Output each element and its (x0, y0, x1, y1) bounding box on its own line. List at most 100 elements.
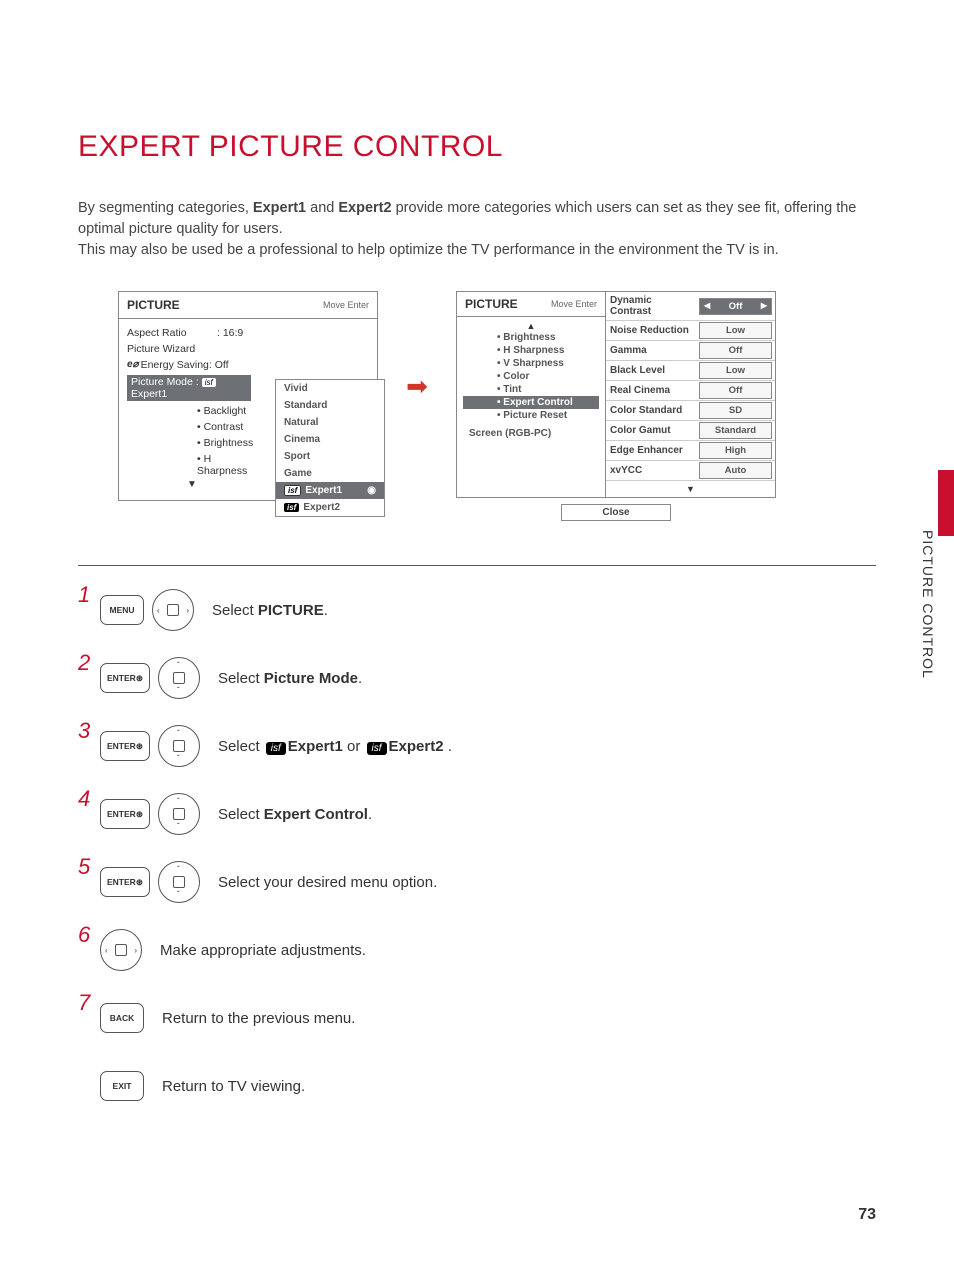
page-title: EXPERT PICTURE CONTROL (78, 130, 876, 164)
step-number: 6 (78, 922, 92, 948)
intro-text: By segmenting categories, (78, 200, 253, 216)
bold: Expert2 (389, 738, 444, 755)
osd-item: • Color (463, 370, 599, 383)
step-6: 6 ‹› Make appropriate adjustments. (78, 928, 876, 972)
setting-label: Gamma (606, 342, 696, 359)
label: ENTER (107, 673, 136, 683)
dropdown-option: Game (276, 465, 384, 482)
enter-button-icon: ENTER⊛ (100, 799, 150, 829)
intro-expert2: Expert2 (338, 200, 391, 216)
sub: ⊛ (136, 673, 143, 684)
page-number: 73 (858, 1206, 876, 1224)
close-button: Close (561, 504, 671, 521)
dropdown-option: Vivid (276, 380, 384, 397)
nav-ud-button-icon: ˆˇ (158, 793, 200, 835)
osd-item: Screen (RGB-PC) (463, 422, 599, 439)
osd-item: • H Sharpness (463, 344, 599, 357)
setting-label: Dynamic Contrast (606, 292, 696, 320)
label: ENTER (107, 741, 136, 751)
text: Select (218, 806, 264, 823)
bold: PICTURE (258, 602, 324, 619)
setting-label: Edge Enhancer (606, 442, 696, 459)
osd-item-selected: • Expert Control (463, 396, 599, 409)
text: or (347, 738, 365, 755)
step-text: Select Expert Control. (218, 806, 372, 823)
step-text: Select PICTURE. (212, 602, 328, 619)
setting-label: Color Standard (606, 402, 696, 419)
label: ENTER (107, 809, 136, 819)
step-7: 7 BACK Return to the previous menu. (78, 996, 876, 1040)
step-number: 1 (78, 582, 92, 608)
isf-icon: isf (284, 503, 299, 512)
step-exit: EXIT Return to TV viewing. (78, 1064, 876, 1108)
step-4: 4 ENTER⊛ ˆˇ Select Expert Control. (78, 792, 876, 836)
osd-label: Picture Mode : (131, 376, 199, 388)
setting-value: SD (699, 402, 772, 419)
step-number: 5 (78, 854, 92, 880)
osd-item: Picture Wizard (127, 343, 195, 355)
bold: Expert1 (288, 738, 343, 755)
intro-expert1: Expert1 (253, 200, 306, 216)
osd-diagram-row: PICTURE Move Enter Aspect Ratio: 16:9 Pi… (118, 291, 866, 541)
step-text: Select Picture Mode. (218, 670, 362, 687)
divider (78, 565, 876, 566)
osd-item: • Tint (463, 383, 599, 396)
label: Brightness (503, 332, 555, 343)
isf-icon: isf (284, 485, 301, 496)
option-label: Expert2 (303, 502, 340, 513)
exit-button-icon: EXIT (100, 1071, 144, 1101)
osd-item: • Brightness (463, 331, 599, 344)
label: Tint (503, 384, 521, 395)
dropdown-option-selected: isf Expert1 ◉ (276, 482, 384, 499)
step-text: Return to TV viewing. (162, 1078, 305, 1095)
enter-button-icon: ENTER⊛ (100, 867, 150, 897)
dropdown-option: Standard (276, 397, 384, 414)
step-text: Return to the previous menu. (162, 1010, 355, 1027)
nav-ud-button-icon: ˆˇ (158, 861, 200, 903)
text: . (448, 738, 452, 755)
osd-expert-control-menu: PICTURE Move Enter ▲ • Brightness • H Sh… (456, 291, 776, 521)
back-button-icon: BACK (100, 1003, 144, 1033)
down-arrow-icon: ▼ (606, 480, 775, 498)
osd-title: PICTURE (465, 297, 518, 311)
intro-paragraph: By segmenting categories, Expert1 and Ex… (78, 198, 876, 261)
setting-value: High (699, 442, 772, 459)
setting-value: Low (699, 322, 772, 339)
step-number: 3 (78, 718, 92, 744)
label: H Sharpness (503, 345, 564, 356)
text: Select (218, 670, 264, 687)
sub: ⊛ (136, 741, 143, 752)
text: . (368, 806, 372, 823)
side-tab-accent (938, 470, 954, 536)
down-arrow-icon: ▼ (127, 479, 257, 490)
step-2: 2 ENTER⊛ ˆˇ Select Picture Mode. (78, 656, 876, 700)
radio-dot-icon: ◉ (367, 485, 376, 496)
enter-button-icon: ENTER⊛ (100, 663, 150, 693)
dropdown-option: isf Expert2 (276, 499, 384, 516)
osd-hint: Move Enter (323, 300, 369, 310)
expert-settings-list: Dynamic Contrast Off Noise ReductionLow G… (606, 291, 776, 498)
intro-text: This may also be used be a professional … (78, 242, 779, 258)
osd-item: Backlight (197, 405, 246, 417)
step-3: 3 ENTER⊛ ˆˇ Select isfExpert1 or isfExpe… (78, 724, 876, 768)
menu-button-icon: MENU (100, 595, 144, 625)
side-tab-label: PICTURE CONTROL (920, 530, 936, 679)
osd-item: Aspect Ratio (127, 327, 217, 339)
osd-picture-menu: PICTURE Move Enter Aspect Ratio: 16:9 Pi… (118, 291, 378, 501)
dropdown-option: Natural (276, 414, 384, 431)
setting-label: Black Level (606, 362, 696, 379)
sub: ⊛ (136, 809, 143, 820)
setting-value: Off (699, 342, 772, 359)
text: Select (212, 602, 258, 619)
arrow-right-icon: ➡ (390, 371, 444, 402)
sub: ⊛ (136, 877, 143, 888)
option-label: Expert1 (305, 485, 342, 496)
osd-item: • V Sharpness (463, 357, 599, 370)
label: Picture Reset (503, 410, 567, 421)
step-1: 1 MENU ‹› Select PICTURE. (78, 588, 876, 632)
dropdown-option: Sport (276, 448, 384, 465)
setting-label: Noise Reduction (606, 322, 696, 339)
up-arrow-icon: ▲ (463, 321, 599, 331)
step-text: Select isfExpert1 or isfExpert2 . (218, 738, 452, 755)
step-5: 5 ENTER⊛ ˆˇ Select your desired menu opt… (78, 860, 876, 904)
